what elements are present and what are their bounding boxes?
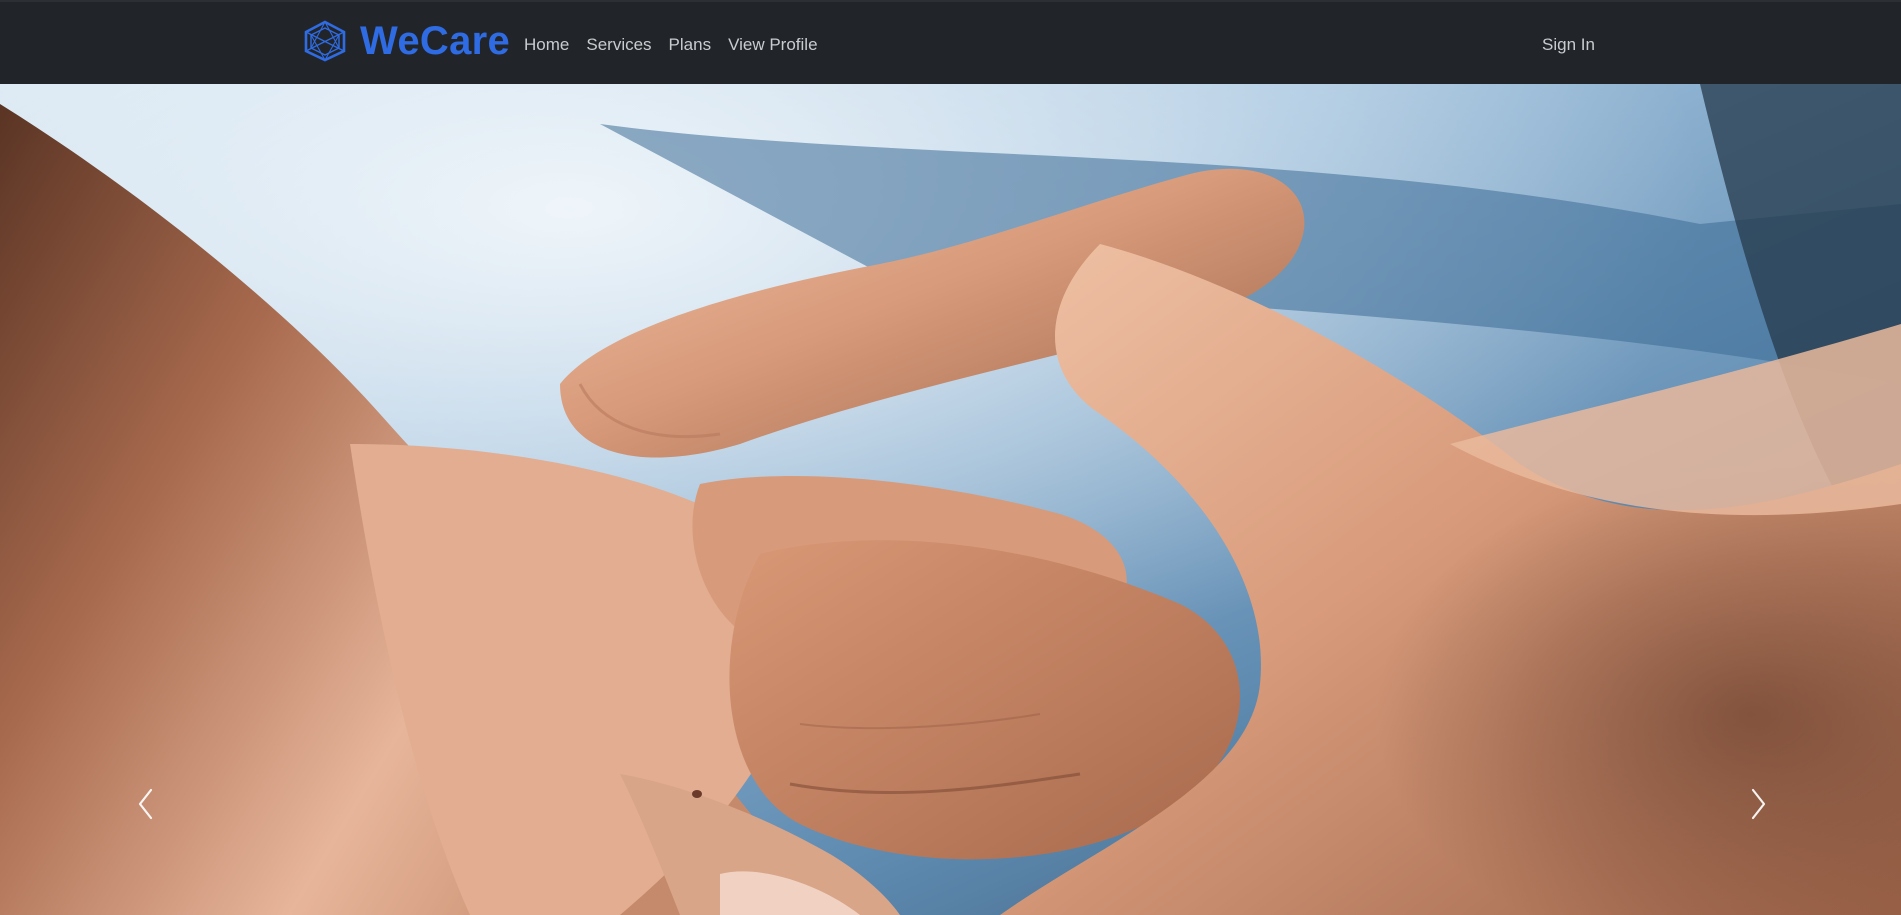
chevron-left-icon (138, 788, 153, 820)
nav-links: Home Services Plans View Profile (524, 34, 835, 56)
chevron-right-icon (1751, 788, 1766, 820)
brand-name: WeCare (360, 19, 511, 63)
nav-home[interactable]: Home (524, 34, 569, 56)
nav-view-profile[interactable]: View Profile (728, 34, 817, 56)
nav-plans[interactable]: Plans (669, 34, 712, 56)
hero-carousel (0, 84, 1901, 915)
brand-link[interactable]: WeCare (302, 20, 510, 62)
carousel-next-button[interactable] (1740, 774, 1780, 834)
top-navbar: WeCare Home Services Plans View Profile … (0, 0, 1901, 84)
sign-in-link[interactable]: Sign In (1542, 34, 1595, 56)
clasped-hands-photo (0, 84, 1901, 915)
nav-services[interactable]: Services (586, 34, 651, 56)
carousel-prev-button[interactable] (124, 774, 164, 834)
hexagon-network-icon (302, 20, 348, 62)
